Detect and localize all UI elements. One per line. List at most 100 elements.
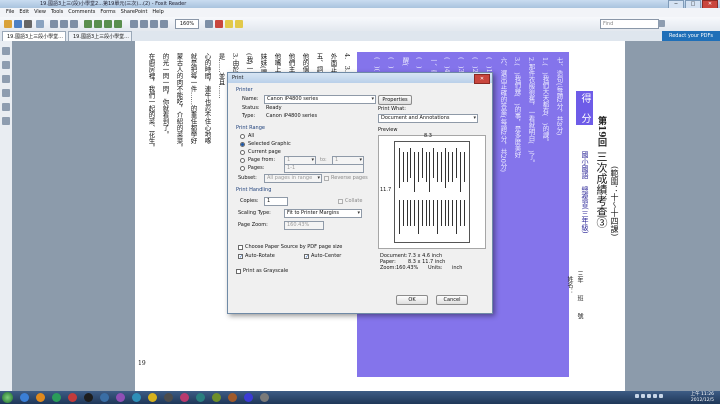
subset-select[interactable]: All pages in range xyxy=(264,174,322,183)
attachments-icon[interactable] xyxy=(2,103,10,111)
ok-button[interactable]: OK xyxy=(396,295,428,305)
range-current-page-radio[interactable] xyxy=(240,150,245,155)
taskbar-clock[interactable]: 上午 11:26 2012/12/5 xyxy=(691,392,714,403)
text-column: 的光一閃一閃，你就看到了。 xyxy=(161,53,169,138)
range-pages-radio[interactable] xyxy=(240,166,245,171)
rotate-icon[interactable] xyxy=(205,20,213,28)
auto-center-checkbox[interactable]: ✓ xyxy=(304,254,309,260)
find-input[interactable]: Find xyxy=(600,19,659,29)
page-number: 19 xyxy=(138,360,146,367)
signatures-icon[interactable] xyxy=(2,117,10,125)
menu-file[interactable]: File xyxy=(6,8,14,17)
tab-document-1[interactable]: 19.國語3上三段小學堂... xyxy=(2,31,66,41)
layers-icon[interactable] xyxy=(2,75,10,83)
hand-tool-icon[interactable] xyxy=(50,20,58,28)
tray-icon[interactable] xyxy=(635,394,639,398)
preview-text-line xyxy=(444,200,446,226)
email-icon[interactable] xyxy=(36,20,44,28)
last-page-icon[interactable] xyxy=(114,20,122,28)
pages-input[interactable]: 1-1 xyxy=(284,164,364,173)
range-all-radio[interactable] xyxy=(240,134,245,139)
network-icon[interactable] xyxy=(659,394,663,398)
dialog-close-button[interactable]: ✕ xyxy=(474,74,490,84)
range-page-from-radio[interactable] xyxy=(240,158,245,163)
taskbar-app-button[interactable] xyxy=(116,393,125,402)
taskbar-app-button[interactable] xyxy=(260,393,269,402)
highlight-icon[interactable] xyxy=(235,20,243,28)
zoom-out-icon[interactable] xyxy=(130,20,138,28)
printer-name-label: Name: xyxy=(242,96,259,102)
taskbar-app-button[interactable] xyxy=(84,393,93,402)
taskbar-app-button[interactable] xyxy=(52,393,61,402)
taskbar-app-button[interactable] xyxy=(148,393,157,402)
tab-document-2[interactable]: 19.國語3上三段小學堂... xyxy=(68,31,132,41)
zoom-in-icon[interactable] xyxy=(140,20,148,28)
fit-page-icon[interactable] xyxy=(150,20,158,28)
preview-text-line xyxy=(452,200,454,226)
taskbar-app-button[interactable] xyxy=(212,393,221,402)
note-icon[interactable] xyxy=(225,20,233,28)
auto-rotate-checkbox[interactable]: ✓ xyxy=(238,254,243,260)
taskbar-app-button[interactable] xyxy=(196,393,205,402)
taskbar-app-button[interactable] xyxy=(228,393,237,402)
properties-button[interactable]: Properties xyxy=(378,95,412,105)
preview-text-line xyxy=(406,200,408,226)
grayscale-checkbox[interactable] xyxy=(236,269,241,274)
menu-edit[interactable]: Edit xyxy=(19,8,29,17)
preview-zoom-value: 160.43% xyxy=(396,265,419,271)
first-page-icon[interactable] xyxy=(84,20,92,28)
menu-forms[interactable]: Forms xyxy=(100,8,115,17)
dialog-title: Print xyxy=(228,73,492,83)
zoom-select[interactable]: 160% xyxy=(175,19,199,29)
save-icon[interactable] xyxy=(14,20,22,28)
volume-icon[interactable] xyxy=(653,394,657,398)
menu-help[interactable]: Help xyxy=(152,8,163,17)
next-page-icon[interactable] xyxy=(104,20,112,28)
typewriter-icon[interactable] xyxy=(215,20,223,28)
copies-input[interactable]: 1 xyxy=(264,197,288,206)
page-to-label: to: xyxy=(320,157,327,163)
collate-checkbox[interactable] xyxy=(338,199,343,204)
preview-text-line xyxy=(456,148,457,178)
preview-text-line xyxy=(456,200,457,234)
redact-banner[interactable]: Redact your PDFs xyxy=(662,31,720,41)
menu-tools[interactable]: Tools xyxy=(51,8,63,17)
preview-text-line xyxy=(410,148,412,178)
taskbar-app-button[interactable] xyxy=(36,393,45,402)
menu-sharepoint[interactable]: SharePoint xyxy=(121,8,148,17)
cancel-button[interactable]: Cancel xyxy=(436,295,468,305)
taskbar-app-button[interactable] xyxy=(20,393,29,402)
menu-comments[interactable]: Comments xyxy=(68,8,95,17)
preview-text-line xyxy=(425,152,427,182)
bookmarks-icon[interactable] xyxy=(2,47,10,55)
select-text-icon[interactable] xyxy=(60,20,68,28)
taskbar-app-button[interactable] xyxy=(68,393,77,402)
taskbar-app-button[interactable] xyxy=(244,393,253,402)
previous-page-icon[interactable] xyxy=(94,20,102,28)
print-icon[interactable] xyxy=(24,20,32,28)
open-icon[interactable] xyxy=(4,20,12,28)
scaling-type-select[interactable]: Fit to Printer Margins xyxy=(284,209,362,218)
taskbar-app-button[interactable] xyxy=(180,393,189,402)
pages-icon[interactable] xyxy=(2,61,10,69)
grayscale-label: Print as Grayscale xyxy=(243,268,289,274)
start-button[interactable] xyxy=(2,392,13,403)
snapshot-icon[interactable] xyxy=(70,20,78,28)
fit-width-icon[interactable] xyxy=(160,20,168,28)
print-what-select[interactable]: Document and Annotations xyxy=(378,114,478,123)
search-icon[interactable] xyxy=(658,20,665,27)
tray-icon[interactable] xyxy=(647,394,651,398)
range-selected-graphic-radio[interactable] xyxy=(240,142,245,147)
printer-name-select[interactable]: Canon iP4800 series xyxy=(264,95,376,104)
page-zoom-input[interactable]: 160.43% xyxy=(284,221,324,230)
preview-text-line xyxy=(452,152,454,182)
paper-source-checkbox[interactable] xyxy=(238,245,243,250)
taskbar-app-button[interactable] xyxy=(132,393,141,402)
text-column: 六、選出正確的答案(每題2分，共20分) xyxy=(499,57,507,172)
taskbar-app-button[interactable] xyxy=(164,393,173,402)
tray-icon[interactable] xyxy=(641,394,645,398)
taskbar-app-button[interactable] xyxy=(100,393,109,402)
comments-icon[interactable] xyxy=(2,89,10,97)
reverse-pages-checkbox[interactable] xyxy=(324,176,329,181)
menu-view[interactable]: View xyxy=(34,8,46,17)
